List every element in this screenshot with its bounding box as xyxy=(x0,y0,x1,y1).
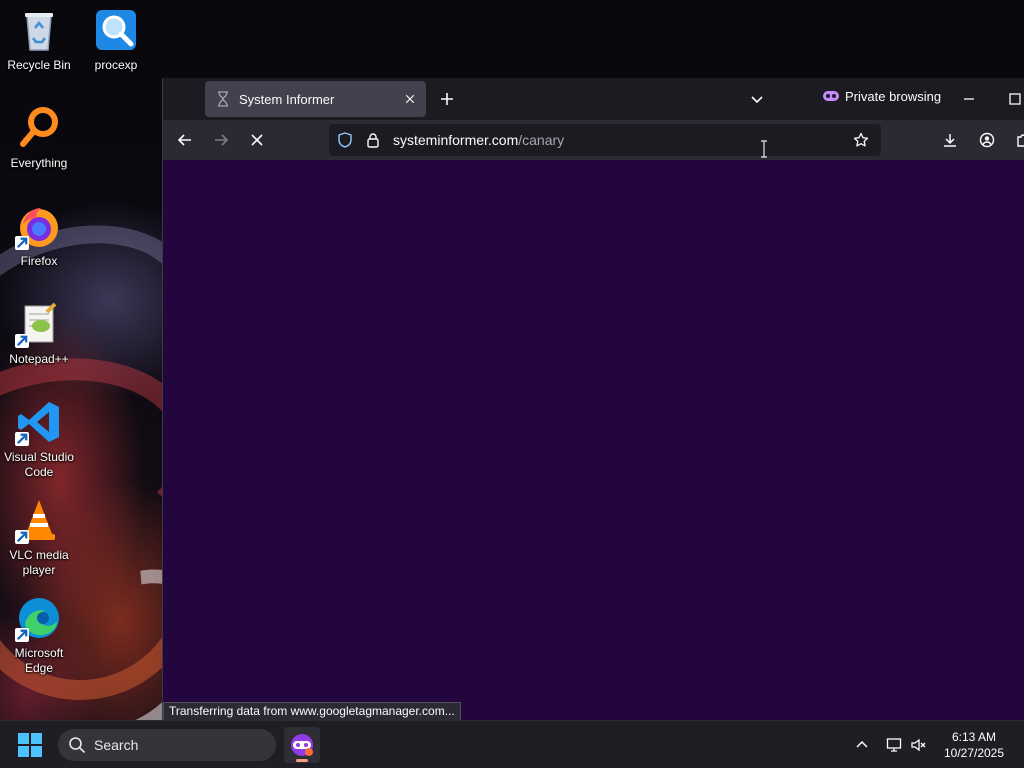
desktop-icon-label: Microsoft Edge xyxy=(14,646,64,675)
system-clock[interactable]: 6:13 AM 10/27/2025 xyxy=(934,729,1014,761)
bookmark-star-button[interactable] xyxy=(847,126,875,154)
lock-icon[interactable] xyxy=(365,132,381,148)
url-host: systeminformer.com xyxy=(393,132,519,148)
clock-time: 6:13 AM xyxy=(951,730,997,744)
back-button[interactable] xyxy=(171,126,199,154)
everything-search-icon xyxy=(15,104,63,152)
desktop-icon-label: Visual Studio Code xyxy=(4,450,74,479)
shortcut-arrow-icon xyxy=(15,334,29,348)
shortcut-arrow-icon xyxy=(15,236,29,250)
account-button[interactable] xyxy=(973,126,1001,154)
puzzle-icon xyxy=(1017,134,1024,147)
tab-system-informer[interactable]: System Informer xyxy=(205,81,426,117)
url-bar[interactable]: systeminformer.com/canary xyxy=(329,124,881,158)
windows-logo-icon xyxy=(18,733,42,757)
start-button[interactable] xyxy=(16,731,44,759)
text-cursor-icon xyxy=(761,140,767,158)
clock-date: 10/27/2025 xyxy=(943,746,1005,760)
tab-bar: System Informer Private browsing xyxy=(163,78,1024,120)
network-icon xyxy=(886,738,902,752)
vscode-icon xyxy=(15,398,63,446)
desktop-icon-edge[interactable]: Microsoft Edge xyxy=(0,594,78,676)
desktop-icon-firefox[interactable]: Firefox xyxy=(0,202,78,269)
account-icon xyxy=(979,132,995,148)
maximize-button[interactable] xyxy=(1001,85,1024,113)
hourglass-icon xyxy=(215,91,231,107)
tab-title: System Informer xyxy=(239,91,335,107)
running-indicator xyxy=(296,759,308,762)
search-placeholder: Search xyxy=(94,737,139,753)
desktop-icon-everything[interactable]: Everything xyxy=(0,104,78,171)
extensions-button[interactable] xyxy=(1009,126,1024,154)
arrow-left-icon xyxy=(177,134,191,146)
shortcut-arrow-icon xyxy=(15,530,29,544)
desktop-icon-label: VLC media player xyxy=(9,548,69,577)
desktop-icon-notepad-plus-plus[interactable]: Notepad++ xyxy=(0,300,78,367)
notepad-plus-plus-icon xyxy=(15,300,63,348)
edge-icon xyxy=(15,594,63,642)
private-browsing-indicator: Private browsing xyxy=(823,88,941,104)
desktop-icon-procexp[interactable]: procexp xyxy=(77,6,155,73)
private-browsing-label: Private browsing xyxy=(845,88,942,104)
firefox-private-icon xyxy=(291,734,313,756)
volume-muted-icon xyxy=(911,738,926,752)
new-tab-button[interactable] xyxy=(433,85,461,113)
minimize-button[interactable] xyxy=(955,85,983,113)
firefox-icon xyxy=(15,202,63,250)
desktop-icon-label: Notepad++ xyxy=(9,352,69,366)
taskbar-search-box[interactable]: Search xyxy=(58,729,276,761)
desktop-icon-label: Firefox xyxy=(20,254,58,268)
maximize-icon xyxy=(1009,93,1021,105)
desktop-icon-recycle-bin[interactable]: Recycle Bin xyxy=(0,6,78,73)
url-path: /canary xyxy=(518,132,565,148)
desktop-icon-vscode[interactable]: Visual Studio Code xyxy=(0,398,78,480)
taskbar-firefox-private[interactable] xyxy=(284,727,320,763)
downloads-button[interactable] xyxy=(936,126,964,154)
desktop-icon-label: procexp xyxy=(94,58,138,72)
show-hidden-icons-button[interactable] xyxy=(850,733,874,757)
shortcut-arrow-icon xyxy=(15,432,29,446)
chevron-down-icon xyxy=(751,96,763,104)
search-icon xyxy=(69,737,86,754)
page-content-area[interactable]: Transferring data from www.googletagmana… xyxy=(163,160,1024,720)
vlc-icon xyxy=(15,496,63,544)
desktop-icon-label: Everything xyxy=(10,156,68,170)
network-button[interactable] xyxy=(882,733,906,757)
forward-button[interactable] xyxy=(207,126,235,154)
volume-button[interactable] xyxy=(906,733,930,757)
recycle-bin-icon xyxy=(15,6,63,54)
tracking-protection-shield-icon[interactable] xyxy=(337,132,353,148)
url-text[interactable]: systeminformer.com/canary xyxy=(393,132,564,148)
shortcut-arrow-icon xyxy=(15,628,29,642)
taskbar: Search 6:13 AM 10/27/2025 xyxy=(0,720,1024,768)
stop-loading-button[interactable] xyxy=(243,126,271,154)
arrow-right-icon xyxy=(215,134,229,146)
navigation-toolbar: systeminformer.com/canary xyxy=(163,120,1024,160)
close-tab-icon[interactable] xyxy=(402,91,418,107)
list-all-tabs-button[interactable] xyxy=(743,85,771,113)
chevron-up-icon xyxy=(856,740,868,748)
process-explorer-icon xyxy=(92,6,140,54)
star-icon xyxy=(853,132,869,147)
minimize-icon xyxy=(964,98,974,100)
status-panel: Transferring data from www.googletagmana… xyxy=(163,702,461,720)
close-icon xyxy=(251,134,263,146)
desktop-icon-label: Recycle Bin xyxy=(7,58,71,72)
download-icon xyxy=(944,134,956,147)
firefox-window: System Informer Private browsing systemi… xyxy=(162,78,1024,720)
private-mask-icon xyxy=(823,91,839,101)
desktop-icon-vlc[interactable]: VLC media player xyxy=(0,496,78,578)
plus-icon xyxy=(441,93,453,105)
